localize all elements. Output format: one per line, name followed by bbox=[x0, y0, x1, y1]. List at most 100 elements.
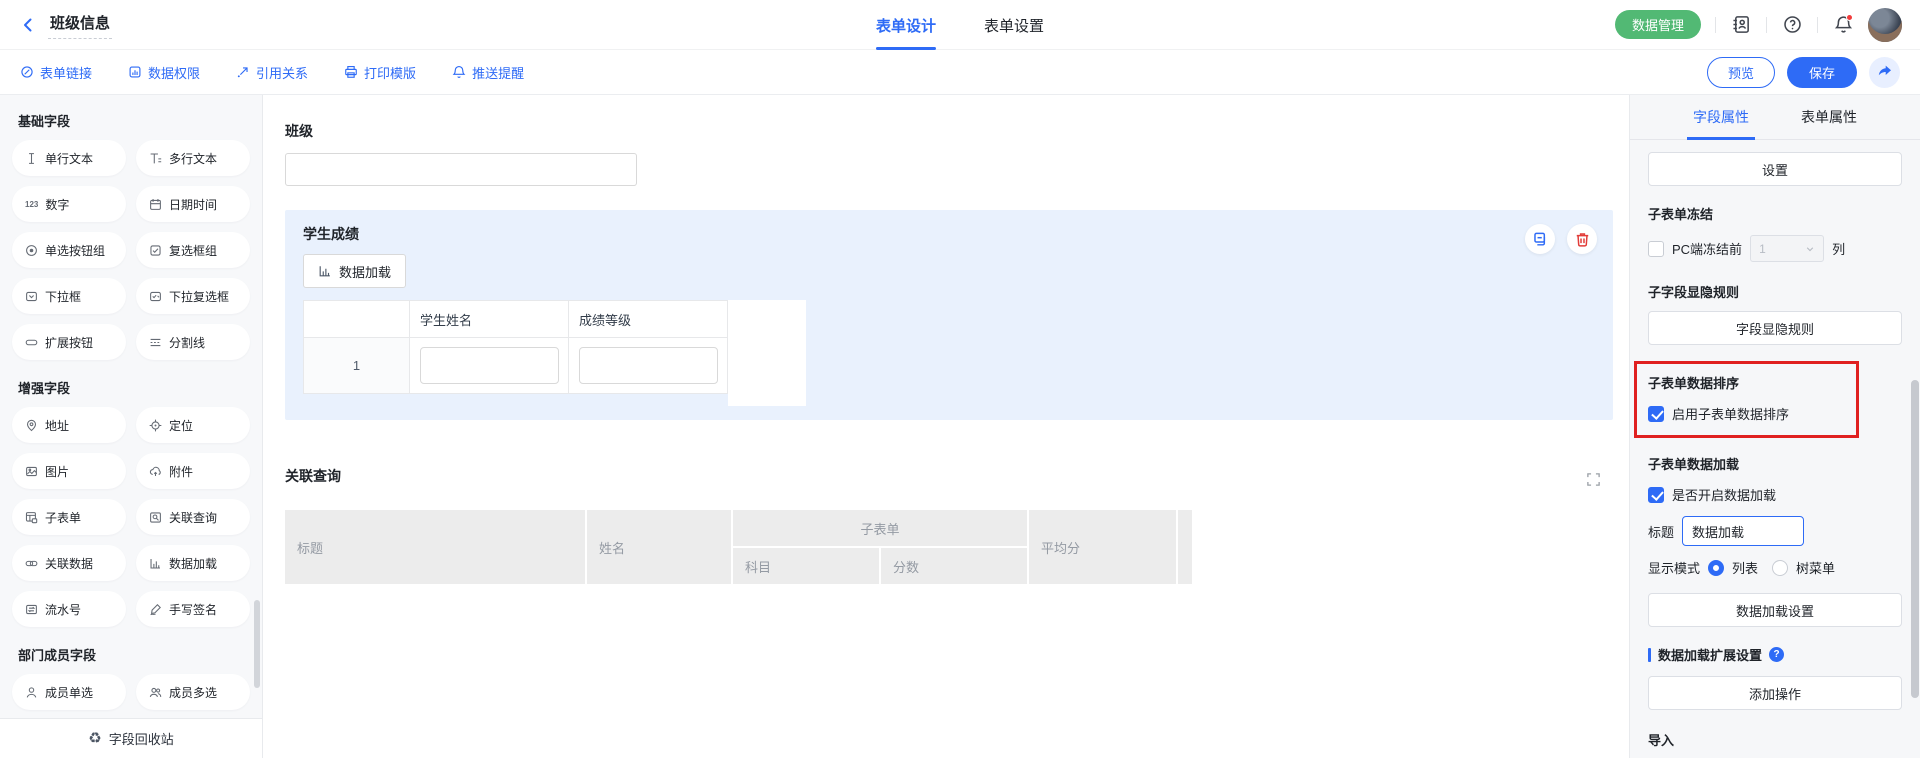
freeze-suffix: 列 bbox=[1832, 239, 1845, 258]
copy-field-button[interactable] bbox=[1525, 224, 1555, 254]
tab-form-settings[interactable]: 表单设置 bbox=[984, 0, 1044, 50]
data-permission-item[interactable]: 数据权限 bbox=[128, 63, 200, 82]
map-pin-icon bbox=[25, 419, 38, 432]
recycle-icon: ♻ bbox=[88, 731, 101, 746]
form-toolbar: 表单链接 数据权限 引用关系 打印模版 推送提醒 预览 保存 bbox=[0, 50, 1920, 95]
field-data-load[interactable]: 数据加载 bbox=[136, 545, 250, 581]
data-load-title-input[interactable] bbox=[1682, 516, 1804, 546]
delete-field-button[interactable] bbox=[1567, 224, 1597, 254]
back-icon[interactable] bbox=[18, 15, 38, 35]
trash-icon bbox=[1574, 231, 1591, 248]
number-icon: 123 bbox=[25, 200, 38, 209]
field-image[interactable]: 图片 bbox=[12, 453, 126, 489]
lookup-col-subject: 科目 bbox=[733, 548, 879, 584]
extend-button-icon bbox=[25, 336, 38, 349]
data-manage-button[interactable]: 数据管理 bbox=[1615, 10, 1701, 39]
data-load-extension-title: 数据加载扩展设置 bbox=[1658, 645, 1762, 664]
field-datetime[interactable]: 日期时间 bbox=[136, 186, 250, 222]
subform-data-load-button[interactable]: 数据加载 bbox=[303, 254, 406, 288]
enable-data-load-label: 是否开启数据加载 bbox=[1672, 485, 1776, 504]
data-load-settings-button[interactable]: 数据加载设置 bbox=[1648, 593, 1902, 627]
lookup-query-field[interactable]: 关联查询 标题 姓名 子表单 科目 分数 平均分 bbox=[285, 466, 1615, 584]
header-tabs: 表单设计 表单设置 bbox=[876, 0, 1044, 50]
bar-chart-icon bbox=[149, 557, 162, 570]
field-serial-number[interactable]: 流水号 bbox=[12, 591, 126, 627]
field-member-multi[interactable]: 成员多选 bbox=[136, 674, 250, 710]
mode-list-radio[interactable] bbox=[1708, 560, 1724, 576]
form-link-item[interactable]: 表单链接 bbox=[20, 63, 92, 82]
field-member-single[interactable]: 成员单选 bbox=[12, 674, 126, 710]
push-reminder-item[interactable]: 推送提醒 bbox=[452, 63, 524, 82]
field-radio-group[interactable]: 单选按钮组 bbox=[12, 232, 126, 268]
class-field-input[interactable] bbox=[285, 153, 637, 186]
field-single-line-text[interactable]: 单行文本 bbox=[12, 140, 126, 176]
student-name-input[interactable] bbox=[420, 347, 559, 384]
subform-add-column-area[interactable] bbox=[728, 300, 806, 406]
subform-icon bbox=[25, 511, 38, 524]
reference-relation-item[interactable]: 引用关系 bbox=[236, 63, 308, 82]
panel-scrollbar[interactable] bbox=[1911, 380, 1919, 698]
subform-row-index: 1 bbox=[304, 338, 410, 393]
class-field-label: 班级 bbox=[285, 121, 1615, 141]
field-palette-sidebar: 基础字段 单行文本 多行文本 123 数字 日期时间 bbox=[0, 95, 263, 758]
settings-button[interactable]: 设置 bbox=[1648, 152, 1902, 186]
help-icon[interactable] bbox=[1781, 14, 1803, 36]
reference-icon bbox=[236, 65, 250, 79]
lookup-col-score: 分数 bbox=[881, 548, 1027, 584]
preview-button[interactable]: 预览 bbox=[1707, 57, 1775, 88]
subform-col-student-name[interactable]: 学生姓名 bbox=[410, 301, 569, 338]
field-address[interactable]: 地址 bbox=[12, 407, 126, 443]
help-icon[interactable]: ? bbox=[1769, 647, 1784, 662]
field-lookup-query[interactable]: 关联查询 bbox=[136, 499, 250, 535]
field-extend-button[interactable]: 扩展按钮 bbox=[12, 324, 126, 360]
save-button[interactable]: 保存 bbox=[1787, 57, 1857, 88]
pc-freeze-label: PC端冻结前 bbox=[1672, 239, 1742, 258]
field-dropdown[interactable]: 下拉框 bbox=[12, 278, 126, 314]
field-signature[interactable]: 手写签名 bbox=[136, 591, 250, 627]
tab-field-properties[interactable]: 字段属性 bbox=[1693, 95, 1749, 140]
field-dropdown-multi[interactable]: 下拉复选框 bbox=[136, 278, 250, 314]
section-enhanced-fields: 增强字段 bbox=[18, 378, 250, 397]
sidebar-scrollbar[interactable] bbox=[254, 600, 260, 688]
contacts-icon[interactable] bbox=[1730, 14, 1752, 36]
field-subform[interactable]: 子表单 bbox=[12, 499, 126, 535]
tab-form-properties[interactable]: 表单属性 bbox=[1801, 95, 1857, 140]
subform-row-number-header bbox=[304, 301, 410, 338]
field-number[interactable]: 123 数字 bbox=[12, 186, 126, 222]
field-linked-data[interactable]: 关联数据 bbox=[12, 545, 126, 581]
expand-icon[interactable] bbox=[1586, 472, 1601, 487]
import-title: 导入 bbox=[1648, 730, 1902, 749]
signature-pen-icon bbox=[149, 603, 162, 616]
field-visibility-rules-button[interactable]: 字段显隐规则 bbox=[1648, 311, 1902, 345]
subform-student-scores[interactable]: 学生成绩 数据加载 学生姓名 成绩等级 1 bbox=[285, 210, 1613, 420]
add-operation-button[interactable]: 添加操作 bbox=[1648, 676, 1902, 710]
field-location[interactable]: 定位 bbox=[136, 407, 250, 443]
printer-icon bbox=[344, 65, 358, 79]
enable-subform-sort-checkbox[interactable] bbox=[1648, 406, 1664, 422]
pc-freeze-checkbox[interactable] bbox=[1648, 241, 1664, 257]
divider-icon bbox=[149, 336, 162, 349]
field-recycle-bin[interactable]: ♻ 字段回收站 bbox=[0, 718, 262, 758]
people-icon bbox=[149, 686, 162, 699]
top-header: 班级信息 表单设计 表单设置 数据管理 bbox=[0, 0, 1920, 50]
field-multi-line-text[interactable]: 多行文本 bbox=[136, 140, 250, 176]
tab-form-design[interactable]: 表单设计 bbox=[876, 0, 936, 50]
field-attachment[interactable]: 附件 bbox=[136, 453, 250, 489]
notification-bell-icon[interactable] bbox=[1832, 14, 1854, 36]
mode-tree-radio[interactable] bbox=[1772, 560, 1788, 576]
user-avatar[interactable] bbox=[1868, 8, 1902, 42]
subform-col-score-grade[interactable]: 成绩等级 bbox=[569, 301, 728, 338]
freeze-count-select[interactable]: 1 bbox=[1750, 235, 1824, 262]
image-icon bbox=[25, 465, 38, 478]
field-divider[interactable]: 分割线 bbox=[136, 324, 250, 360]
field-checkbox-group[interactable]: 复选框组 bbox=[136, 232, 250, 268]
accent-bar bbox=[1648, 648, 1651, 662]
enable-data-load-checkbox[interactable] bbox=[1648, 487, 1664, 503]
print-template-item[interactable]: 打印模版 bbox=[344, 63, 416, 82]
bell-icon bbox=[452, 65, 466, 79]
form-title[interactable]: 班级信息 bbox=[48, 10, 112, 39]
app-window: 班级信息 表单设计 表单设置 数据管理 bbox=[0, 0, 1920, 758]
share-button[interactable] bbox=[1869, 57, 1900, 88]
class-field[interactable]: 班级 bbox=[285, 121, 1615, 186]
score-grade-input[interactable] bbox=[579, 347, 718, 384]
